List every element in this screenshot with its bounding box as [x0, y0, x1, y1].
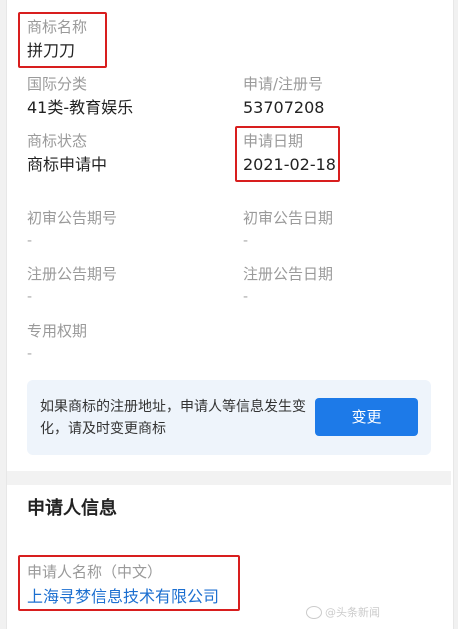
highlight-box-applicant-name — [18, 555, 240, 611]
highlight-box-apply-date — [235, 126, 340, 182]
weibo-logo-icon — [306, 605, 322, 619]
detail-page — [6, 0, 454, 629]
applicant-section-title: 申请人信息 — [27, 498, 117, 519]
change-button[interactable]: 变更 — [315, 398, 418, 436]
section-divider — [7, 471, 451, 485]
exclusive-period-value: - — [27, 346, 33, 362]
reg-notice-date-value: - — [243, 289, 249, 305]
reg-notice-date-label: 注册公告日期 — [243, 265, 334, 283]
exclusive-period-label: 专用权期 — [27, 322, 88, 340]
prelim-date-value: - — [243, 233, 249, 249]
status-value: 商标申请中 — [27, 155, 108, 174]
highlight-box-trademark-name — [18, 12, 107, 68]
watermark: @头条新闻 — [306, 604, 380, 620]
intl-class-label: 国际分类 — [27, 75, 88, 93]
intl-class-value: 41类-教育娱乐 — [27, 98, 134, 117]
change-notice-banner: 如果商标的注册地址，申请人等信息发生变化，请及时变更商标 变更 — [27, 380, 431, 455]
watermark-text: @头条新闻 — [325, 606, 380, 619]
reg-notice-no-value: - — [27, 289, 33, 305]
prelim-no-label: 初审公告期号 — [27, 209, 118, 227]
reg-no-value: 53707208 — [243, 98, 325, 117]
prelim-no-value: - — [27, 233, 33, 249]
status-label: 商标状态 — [27, 132, 88, 150]
prelim-date-label: 初审公告日期 — [243, 209, 334, 227]
reg-notice-no-label: 注册公告期号 — [27, 265, 118, 283]
reg-no-label: 申请/注册号 — [243, 75, 324, 93]
change-notice-text: 如果商标的注册地址，申请人等信息发生变化，请及时变更商标 — [40, 399, 306, 437]
